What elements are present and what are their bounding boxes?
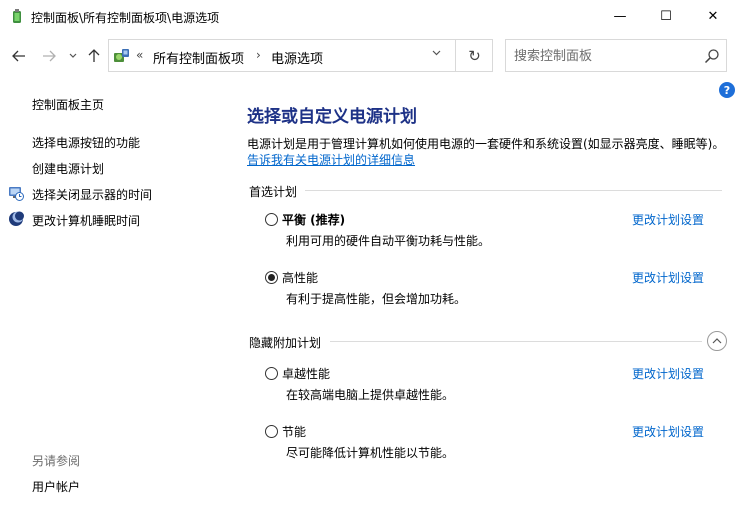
control-panel-icon (114, 49, 129, 62)
plan-power-saver-change-link[interactable]: 更改计划设置 (632, 423, 704, 440)
help-icon: ? (723, 83, 731, 97)
refresh-button[interactable]: ↻ (455, 40, 493, 71)
plan-high-performance-change-link[interactable]: 更改计划设置 (632, 269, 704, 286)
refresh-icon: ↻ (468, 46, 481, 65)
see-also-heading: 另请参阅 (32, 454, 81, 468)
breadcrumb-separator[interactable]: › (256, 48, 261, 62)
close-icon: ✕ (707, 9, 719, 24)
search-icon[interactable] (704, 48, 720, 64)
navigation-bar: « 所有控制面板项 › 电源选项 ↻ (0, 33, 741, 79)
section-divider (330, 341, 702, 342)
chevron-up-icon (712, 338, 722, 344)
plan-power-saver-name[interactable]: 节能 (282, 423, 306, 440)
plan-high-performance-description: 有利于提高性能，但会增加功耗。 (286, 292, 467, 306)
plan-balanced-change-link[interactable]: 更改计划设置 (632, 211, 704, 228)
close-button[interactable]: ✕ (690, 0, 736, 33)
minimize-icon: — (613, 9, 627, 24)
power-options-icon (13, 9, 21, 23)
chevron-down-icon (432, 50, 441, 56)
plan-ultimate-performance-name[interactable]: 卓越性能 (282, 365, 330, 382)
plan-high-performance-radio[interactable] (265, 271, 278, 284)
section-divider (305, 190, 722, 191)
maximize-icon: ☐ (660, 9, 672, 24)
collapse-hidden-plans-button[interactable] (707, 331, 727, 351)
plan-ultimate-performance-change-link[interactable]: 更改计划设置 (632, 365, 704, 382)
help-button[interactable]: ? (719, 82, 735, 98)
page-description: 电源计划是用于管理计算机如何使用电源的一套硬件和系统设置(如显示器亮度、睡眠等)… (247, 137, 725, 151)
search-box[interactable] (505, 39, 727, 72)
forward-button[interactable] (40, 47, 58, 65)
breadcrumb-power-options[interactable]: 电源选项 (271, 48, 323, 67)
arrow-up-icon (88, 49, 100, 62)
arrow-right-icon (43, 50, 56, 62)
recent-locations-button[interactable] (67, 47, 79, 65)
plan-ultimate-performance-description: 在较高端电脑上提供卓越性能。 (286, 388, 455, 402)
window-title: 控制面板\所有控制面板项\电源选项 (31, 11, 220, 25)
sidebar-item-sleep-time[interactable]: 更改计算机睡眠时间 (32, 212, 140, 229)
back-button[interactable] (10, 47, 28, 65)
breadcrumb-overflow[interactable]: « (136, 48, 143, 62)
hidden-plans-heading: 隐藏附加计划 (249, 336, 322, 350)
search-input[interactable] (514, 46, 694, 66)
sidebar-item-create-plan[interactable]: 创建电源计划 (32, 160, 104, 177)
sidebar-item-display-off-time[interactable]: 选择关闭显示器的时间 (32, 186, 152, 203)
maximize-button[interactable]: ☐ (643, 0, 689, 33)
plan-balanced-radio[interactable] (265, 213, 278, 226)
title-bar: 控制面板\所有控制面板项\电源选项 — ☐ ✕ (0, 0, 741, 33)
sleep-moon-icon (9, 211, 24, 226)
power-plan-info-link[interactable]: 告诉我有关电源计划的详细信息 (247, 151, 415, 168)
page-title: 选择或自定义电源计划 (247, 107, 417, 127)
up-button[interactable] (85, 47, 103, 65)
plan-power-saver-description: 尽可能降低计算机性能以节能。 (286, 446, 455, 460)
chevron-down-icon (69, 53, 77, 58)
plan-balanced-description: 利用可用的硬件自动平衡功耗与性能。 (286, 234, 491, 248)
plan-ultimate-performance-radio[interactable] (265, 367, 278, 380)
see-also-user-accounts-link[interactable]: 用户帐户 (32, 478, 80, 495)
breadcrumb-all-items[interactable]: 所有控制面板项 (153, 48, 244, 67)
preferred-plans-heading: 首选计划 (249, 185, 298, 199)
display-clock-icon (9, 187, 24, 201)
arrow-left-icon (12, 50, 25, 62)
sidebar-item-power-button[interactable]: 选择电源按钮的功能 (32, 134, 140, 151)
address-bar[interactable]: « 所有控制面板项 › 电源选项 ↻ (108, 39, 493, 72)
plan-balanced-name[interactable]: 平衡 (推荐) (282, 211, 345, 228)
plan-high-performance-name[interactable]: 高性能 (282, 269, 318, 286)
address-dropdown-button[interactable] (432, 49, 441, 59)
control-panel-home-link[interactable]: 控制面板主页 (32, 96, 104, 113)
plan-power-saver-radio[interactable] (265, 425, 278, 438)
minimize-button[interactable]: — (597, 0, 643, 33)
